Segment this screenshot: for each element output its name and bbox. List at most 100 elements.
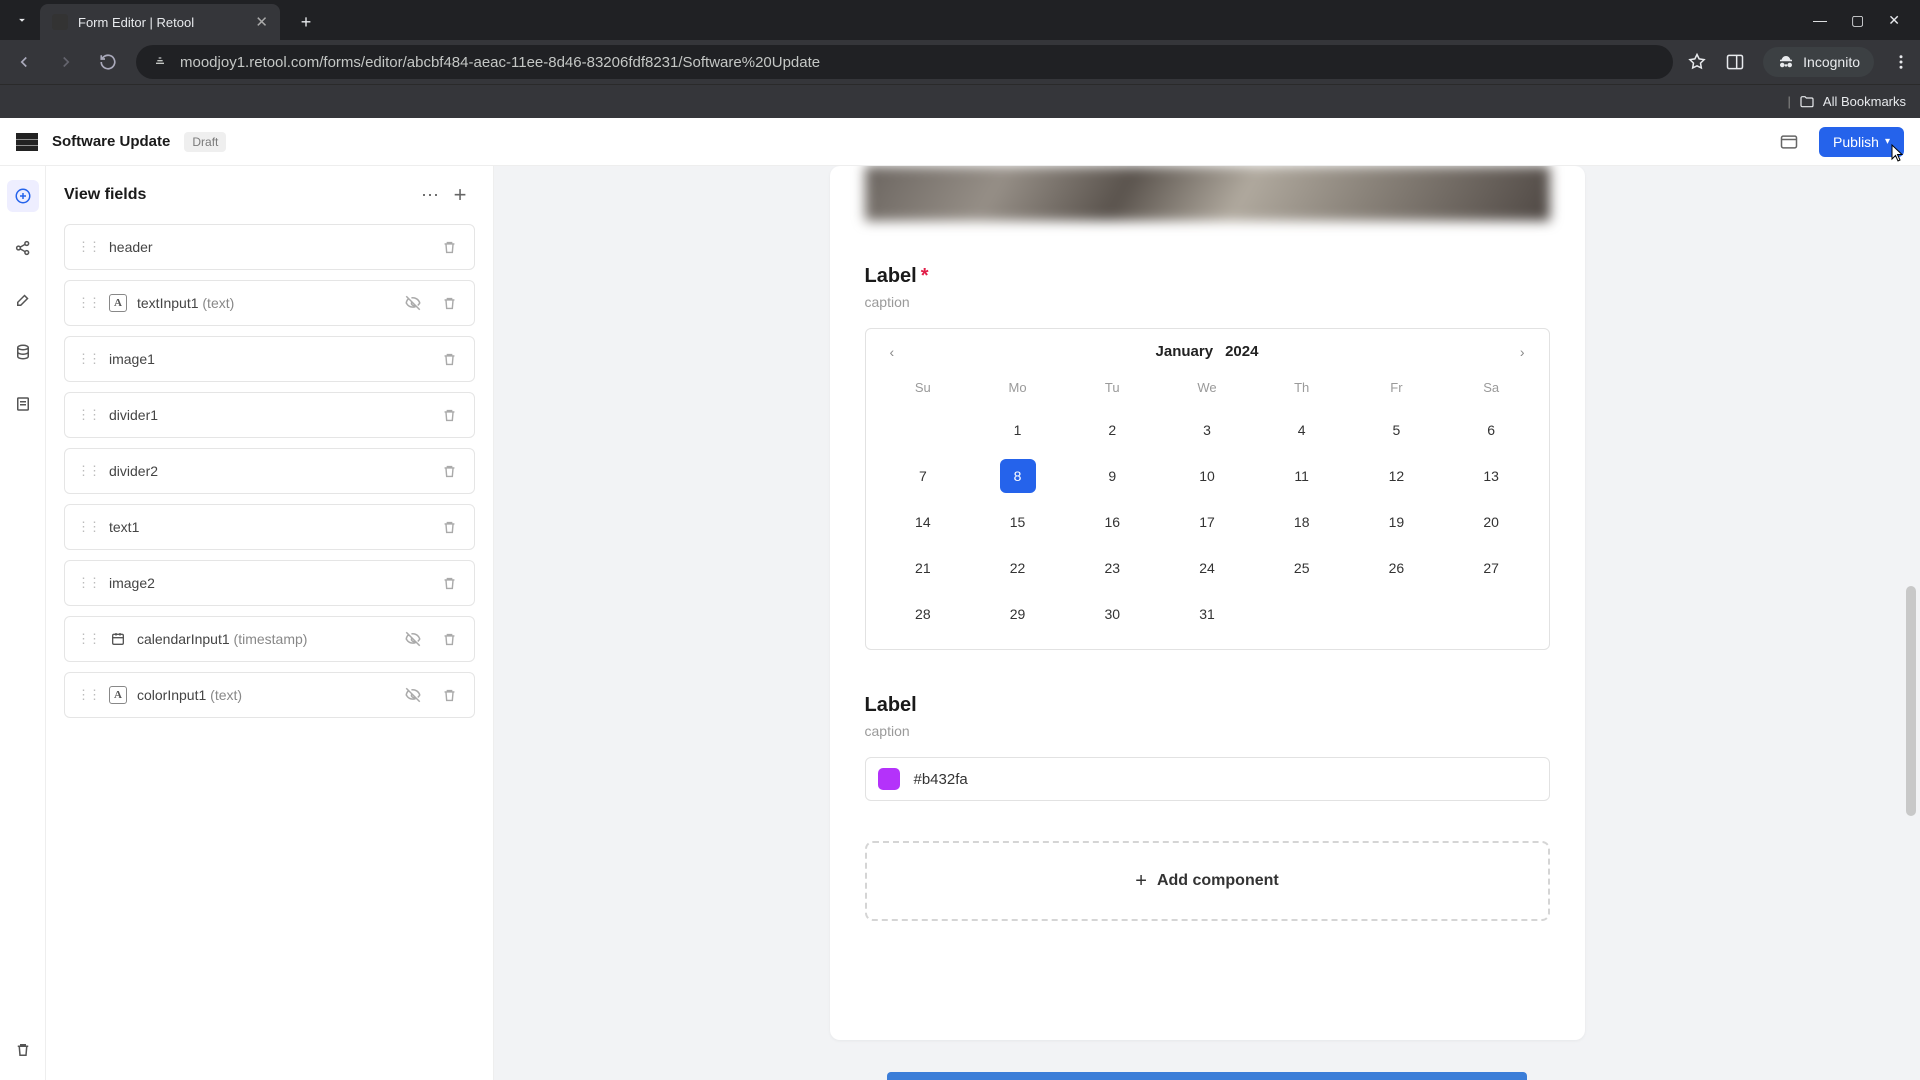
- field-row[interactable]: ⋮⋮ text1: [64, 504, 475, 550]
- app-logo-icon[interactable]: [16, 133, 38, 151]
- drag-grip-icon[interactable]: ⋮⋮: [77, 687, 99, 703]
- drag-grip-icon[interactable]: ⋮⋮: [77, 575, 99, 591]
- calendar-day[interactable]: 3: [1189, 413, 1225, 447]
- calendar-day[interactable]: 2: [1094, 413, 1130, 447]
- calendar-day[interactable]: 25: [1284, 551, 1320, 585]
- color-input[interactable]: #b432fa: [865, 757, 1550, 801]
- delete-field-icon[interactable]: [436, 346, 462, 372]
- field-row[interactable]: ⋮⋮ image2: [64, 560, 475, 606]
- delete-field-icon[interactable]: [436, 290, 462, 316]
- hide-field-icon[interactable]: [400, 626, 426, 652]
- add-component-button[interactable]: + Add component: [865, 841, 1550, 921]
- calendar-day[interactable]: 14: [905, 505, 941, 539]
- share-rail-icon[interactable]: [7, 232, 39, 264]
- calendar-day[interactable]: 16: [1094, 505, 1130, 539]
- site-settings-icon[interactable]: [152, 54, 168, 70]
- hide-field-icon[interactable]: [400, 290, 426, 316]
- delete-field-icon[interactable]: [436, 402, 462, 428]
- side-panel-icon[interactable]: [1725, 52, 1745, 72]
- data-rail-icon[interactable]: [7, 336, 39, 368]
- calendar-day[interactable]: 1: [1000, 413, 1036, 447]
- add-component-rail-icon[interactable]: [7, 180, 39, 212]
- hide-field-icon[interactable]: [400, 682, 426, 708]
- calendar-day[interactable]: 9: [1094, 459, 1130, 493]
- field-row[interactable]: ⋮⋮ divider2: [64, 448, 475, 494]
- calendar-day[interactable]: 11: [1284, 459, 1320, 493]
- calendar-month[interactable]: January: [1156, 343, 1214, 360]
- drag-grip-icon[interactable]: ⋮⋮: [77, 295, 99, 311]
- panel-add-icon[interactable]: +: [445, 180, 475, 210]
- close-tab-icon[interactable]: ✕: [255, 13, 268, 31]
- field-row[interactable]: ⋮⋮ A colorInput1 (text): [64, 672, 475, 718]
- calendar-input[interactable]: ‹ January 2024 › SuMoTuWeThFrSa123456789…: [865, 328, 1550, 650]
- incognito-badge[interactable]: Incognito: [1763, 47, 1874, 77]
- delete-field-icon[interactable]: [436, 570, 462, 596]
- pages-rail-icon[interactable]: [7, 388, 39, 420]
- calendar-next-icon[interactable]: ›: [1512, 340, 1533, 364]
- bottom-action-bar[interactable]: [887, 1072, 1527, 1080]
- scrollbar[interactable]: [1906, 166, 1918, 1080]
- calendar-day[interactable]: 17: [1189, 505, 1225, 539]
- bookmark-star-icon[interactable]: [1687, 52, 1707, 72]
- calendar-day[interactable]: 29: [1000, 597, 1036, 631]
- theme-rail-icon[interactable]: [7, 284, 39, 316]
- drag-grip-icon[interactable]: ⋮⋮: [77, 519, 99, 535]
- calendar-day[interactable]: 6: [1473, 413, 1509, 447]
- drag-grip-icon[interactable]: ⋮⋮: [77, 351, 99, 367]
- drag-grip-icon[interactable]: ⋮⋮: [77, 239, 99, 255]
- drag-grip-icon[interactable]: ⋮⋮: [77, 407, 99, 423]
- calendar-day[interactable]: 15: [1000, 505, 1036, 539]
- calendar-day[interactable]: 27: [1473, 551, 1509, 585]
- calendar-day[interactable]: 12: [1378, 459, 1414, 493]
- delete-field-icon[interactable]: [436, 234, 462, 260]
- calendar-day[interactable]: 22: [1000, 551, 1036, 585]
- calendar-day[interactable]: 26: [1378, 551, 1414, 585]
- drag-grip-icon[interactable]: ⋮⋮: [77, 463, 99, 479]
- delete-field-icon[interactable]: [436, 682, 462, 708]
- calendar-day[interactable]: 28: [905, 597, 941, 631]
- browser-tab[interactable]: Form Editor | Retool ✕: [40, 4, 280, 40]
- scrollbar-thumb[interactable]: [1906, 586, 1916, 816]
- calendar-day[interactable]: 13: [1473, 459, 1509, 493]
- maximize-icon[interactable]: ▢: [1851, 12, 1864, 29]
- drag-grip-icon[interactable]: ⋮⋮: [77, 631, 99, 647]
- new-tab-button[interactable]: +: [292, 8, 320, 36]
- calendar-prev-icon[interactable]: ‹: [882, 340, 903, 364]
- calendar-day[interactable]: 5: [1378, 413, 1414, 447]
- panel-more-icon[interactable]: ⋯: [415, 180, 445, 210]
- calendar-day[interactable]: 21: [905, 551, 941, 585]
- forward-button[interactable]: [52, 48, 80, 76]
- field-row[interactable]: ⋮⋮ image1: [64, 336, 475, 382]
- calendar-day[interactable]: 8: [1000, 459, 1036, 493]
- calendar-day[interactable]: 10: [1189, 459, 1225, 493]
- publish-button[interactable]: Publish ▾: [1819, 127, 1904, 157]
- close-window-icon[interactable]: ✕: [1888, 12, 1900, 29]
- calendar-day[interactable]: 19: [1378, 505, 1414, 539]
- delete-field-icon[interactable]: [436, 514, 462, 540]
- delete-field-icon[interactable]: [436, 458, 462, 484]
- chrome-menu-icon[interactable]: [1892, 53, 1910, 71]
- url-input[interactable]: moodjoy1.retool.com/forms/editor/abcbf48…: [136, 45, 1673, 79]
- color-swatch[interactable]: [878, 768, 900, 790]
- calendar-day[interactable]: 30: [1094, 597, 1130, 631]
- calendar-day[interactable]: 24: [1189, 551, 1225, 585]
- calendar-day[interactable]: 4: [1284, 413, 1320, 447]
- calendar-year[interactable]: 2024: [1225, 343, 1258, 360]
- preview-icon[interactable]: [1773, 126, 1805, 158]
- trash-rail-icon[interactable]: [7, 1034, 39, 1066]
- calendar-day[interactable]: 7: [905, 459, 941, 493]
- calendar-day[interactable]: 20: [1473, 505, 1509, 539]
- back-button[interactable]: [10, 48, 38, 76]
- calendar-day[interactable]: 18: [1284, 505, 1320, 539]
- minimize-icon[interactable]: —: [1813, 12, 1827, 29]
- tab-search-dropdown[interactable]: [8, 6, 36, 34]
- field-row[interactable]: ⋮⋮ header: [64, 224, 475, 270]
- all-bookmarks-link[interactable]: All Bookmarks: [1823, 94, 1906, 109]
- reload-button[interactable]: [94, 48, 122, 76]
- field-row[interactable]: ⋮⋮ calendarInput1 (timestamp): [64, 616, 475, 662]
- calendar-day[interactable]: 31: [1189, 597, 1225, 631]
- delete-field-icon[interactable]: [436, 626, 462, 652]
- field-row[interactable]: ⋮⋮ A textInput1 (text): [64, 280, 475, 326]
- field-row[interactable]: ⋮⋮ divider1: [64, 392, 475, 438]
- calendar-day[interactable]: 23: [1094, 551, 1130, 585]
